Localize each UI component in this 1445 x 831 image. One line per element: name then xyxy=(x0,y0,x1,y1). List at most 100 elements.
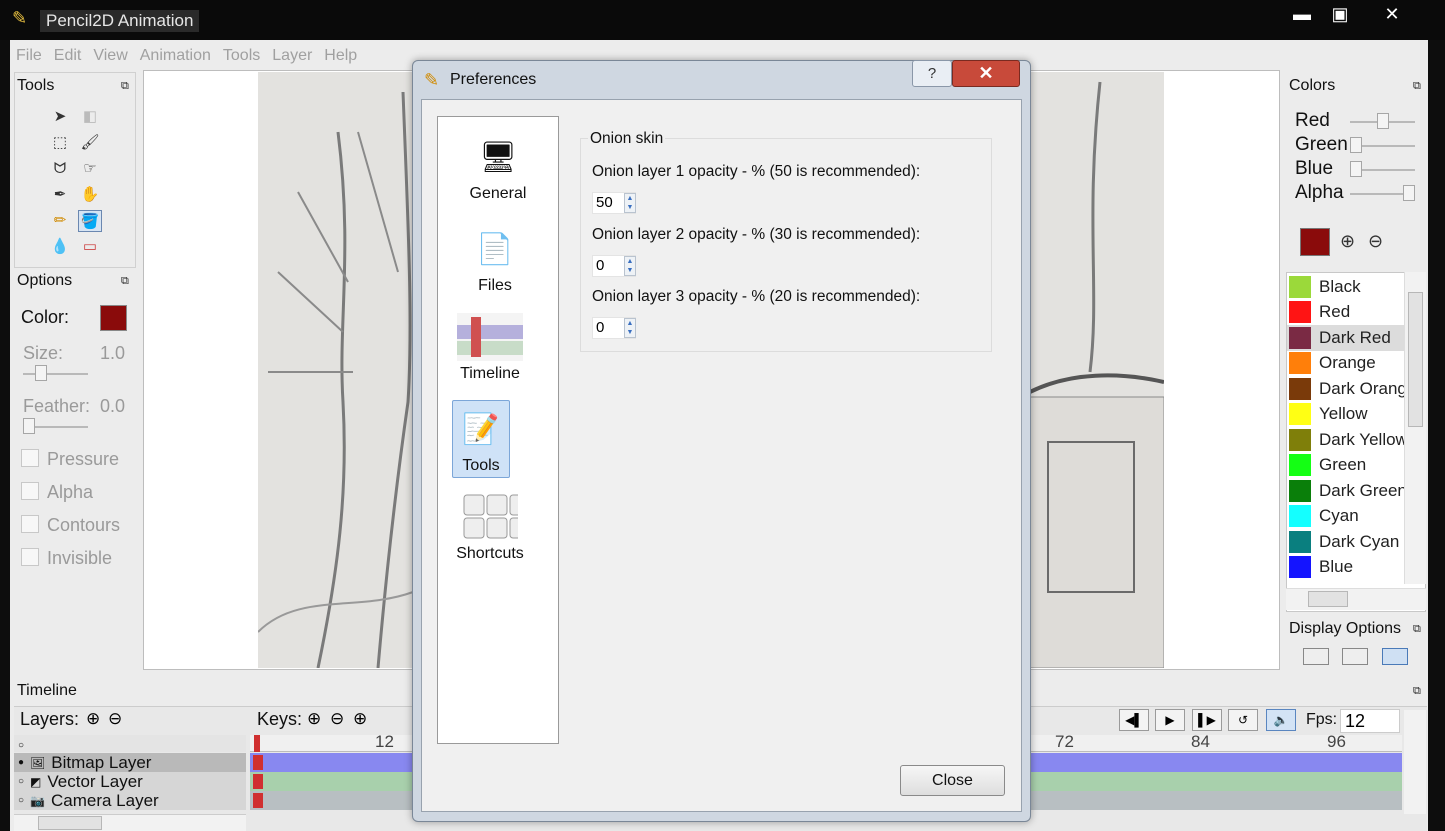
next-frame-button[interactable]: ▌▶ xyxy=(1192,709,1222,731)
fps-label: Fps: xyxy=(1306,711,1338,728)
page-files[interactable]: 📄 Files xyxy=(435,221,555,295)
timeline-float-icon[interactable]: ⧉ xyxy=(1413,685,1421,698)
contours-label: Contours xyxy=(47,515,121,535)
pencil-icon: ✎ xyxy=(12,8,28,28)
add-color-icon[interactable]: ⊕ xyxy=(1340,231,1355,252)
thin-lines-icon[interactable] xyxy=(1342,648,1368,665)
page-shortcuts[interactable]: Shortcuts xyxy=(430,489,550,563)
keys-label: Keys: xyxy=(257,709,303,729)
palette-swatch xyxy=(1289,301,1311,324)
close-button[interactable]: Close xyxy=(900,765,1005,796)
green-slider[interactable] xyxy=(1350,137,1362,153)
size-slider[interactable] xyxy=(35,365,47,381)
palette-swatch xyxy=(1289,530,1311,553)
onion-layer1-stepper[interactable]: ▲ ▼ xyxy=(624,193,636,213)
brush-icon[interactable]: 🖌 xyxy=(78,132,102,154)
vector-layer-name: Vector Layer xyxy=(47,771,143,791)
outline-toggle-icon[interactable] xyxy=(1303,648,1329,665)
alpha-color-label: Alpha xyxy=(1295,182,1344,203)
colors-float-icon[interactable]: ⧉ xyxy=(1413,80,1421,93)
menu-edit[interactable]: Edit xyxy=(48,44,88,68)
mirror-icon[interactable] xyxy=(1382,648,1408,665)
palette-hscrollbar[interactable] xyxy=(1286,588,1426,610)
menu-tools[interactable]: Tools xyxy=(217,44,266,68)
onion-layer2-stepper[interactable]: ▲ ▼ xyxy=(624,256,636,276)
play-button[interactable]: ▶ xyxy=(1155,709,1185,731)
eyedropper-icon[interactable]: 💧 xyxy=(48,236,72,258)
hand-icon[interactable]: ✋ xyxy=(78,184,102,206)
menu-layer[interactable]: Layer xyxy=(266,44,318,68)
bucket-icon[interactable]: 🪣 xyxy=(78,210,102,232)
remove-color-icon[interactable]: ⊖ xyxy=(1368,231,1383,252)
eraser-icon[interactable]: ▭ xyxy=(78,236,102,258)
wall-drawing xyxy=(1029,81,1165,669)
alpha-label: Alpha xyxy=(47,482,94,502)
contours-checkbox[interactable] xyxy=(21,515,39,533)
invisible-checkbox[interactable] xyxy=(21,548,39,566)
lasso-icon[interactable]: ᗢ xyxy=(48,158,72,180)
alpha-checkbox[interactable] xyxy=(21,482,39,500)
page-timeline[interactable]: Timeline xyxy=(430,309,550,383)
remove-layer-icon[interactable]: ⊖ xyxy=(108,709,122,729)
visibility-all-icon[interactable]: ○ xyxy=(18,740,24,751)
ruler-tick-72: 72 xyxy=(1055,732,1074,751)
options-float-icon[interactable]: ⧉ xyxy=(121,275,129,288)
dialog-close-button[interactable]: ✕ xyxy=(952,60,1020,87)
timeline-vscrollbar[interactable] xyxy=(1404,710,1426,814)
layers-hscrollbar[interactable] xyxy=(14,814,246,831)
duplicate-key-icon[interactable]: ⊕ xyxy=(353,709,367,729)
tools-float-icon[interactable]: ⧉ xyxy=(121,80,129,93)
palette-color-name: Dark Yellow xyxy=(1319,429,1408,449)
page-tools[interactable]: 📝 Tools xyxy=(452,400,510,478)
menu-animation[interactable]: Animation xyxy=(134,44,217,68)
clear-icon[interactable]: ◧ xyxy=(78,106,102,128)
display-options-title: Display Options xyxy=(1289,620,1402,637)
keyframe[interactable] xyxy=(253,793,263,808)
fps-input[interactable]: 12 xyxy=(1340,709,1400,733)
pressure-label: Pressure xyxy=(47,449,120,469)
sound-button[interactable]: 🔈 xyxy=(1266,709,1296,731)
layer-list: ● 🖼 Bitmap Layer ○ ◩ Vector Layer ○ 📷 Camera L… xyxy=(14,753,246,810)
onion-layer3-stepper[interactable]: ▲ ▼ xyxy=(624,318,636,338)
pressure-checkbox[interactable] xyxy=(21,449,39,467)
blue-slider[interactable] xyxy=(1350,161,1362,177)
palette-color-name: Dark Green xyxy=(1319,480,1407,500)
page-general[interactable]: 🖥 General xyxy=(438,129,558,203)
menu-help[interactable]: Help xyxy=(318,44,363,68)
layer-row-bitmap[interactable]: ● 🖼 Bitmap Layer xyxy=(14,753,246,772)
red-slider[interactable] xyxy=(1377,113,1389,129)
menu-view[interactable]: View xyxy=(87,44,133,68)
palette-scrollbar[interactable] xyxy=(1404,272,1426,584)
add-layer-icon[interactable]: ⊕ xyxy=(86,709,100,729)
preferences-icon: ✎ xyxy=(424,70,440,90)
feather-slider[interactable] xyxy=(23,418,35,434)
window-title: Pencil2D Animation xyxy=(40,10,200,32)
playhead[interactable] xyxy=(254,735,260,752)
files-icon: 📄 xyxy=(476,232,514,266)
help-button[interactable]: ? xyxy=(912,60,952,87)
feather-value: 0.0 xyxy=(100,396,126,416)
palette-swatch xyxy=(1289,275,1311,298)
add-key-icon[interactable]: ⊕ xyxy=(307,709,321,729)
menu-file[interactable]: File xyxy=(10,44,48,68)
layer-row-camera[interactable]: ○ 📷 Camera Layer xyxy=(14,791,246,810)
smudge-icon[interactable]: ☞ xyxy=(78,158,102,180)
alpha-slider[interactable] xyxy=(1403,185,1415,201)
pen-icon[interactable]: ✒ xyxy=(48,184,72,206)
rect-select-icon[interactable]: ⬚ xyxy=(48,132,72,154)
loop-button[interactable]: ↺ xyxy=(1228,709,1258,731)
remove-key-icon[interactable]: ⊖ xyxy=(330,709,344,729)
prev-frame-button[interactable]: ◀▌ xyxy=(1119,709,1149,731)
palette-swatch xyxy=(1289,454,1311,477)
keyframe[interactable] xyxy=(253,755,263,770)
bitmap-layer-icon: 🖼 xyxy=(30,755,46,770)
color-swatch[interactable] xyxy=(100,305,127,331)
pencil-tool-icon[interactable]: ✏ xyxy=(48,210,72,232)
camera-layer-name: Camera Layer xyxy=(51,790,159,810)
close-window-button[interactable]: ✕ xyxy=(1356,0,1428,28)
layer-row-vector[interactable]: ○ ◩ Vector Layer xyxy=(14,772,246,791)
current-color-swatch[interactable] xyxy=(1300,228,1330,256)
select-arrow-icon[interactable]: ➤ xyxy=(48,106,72,128)
display-options-float-icon[interactable]: ⧉ xyxy=(1413,623,1421,636)
keyframe[interactable] xyxy=(253,774,263,789)
